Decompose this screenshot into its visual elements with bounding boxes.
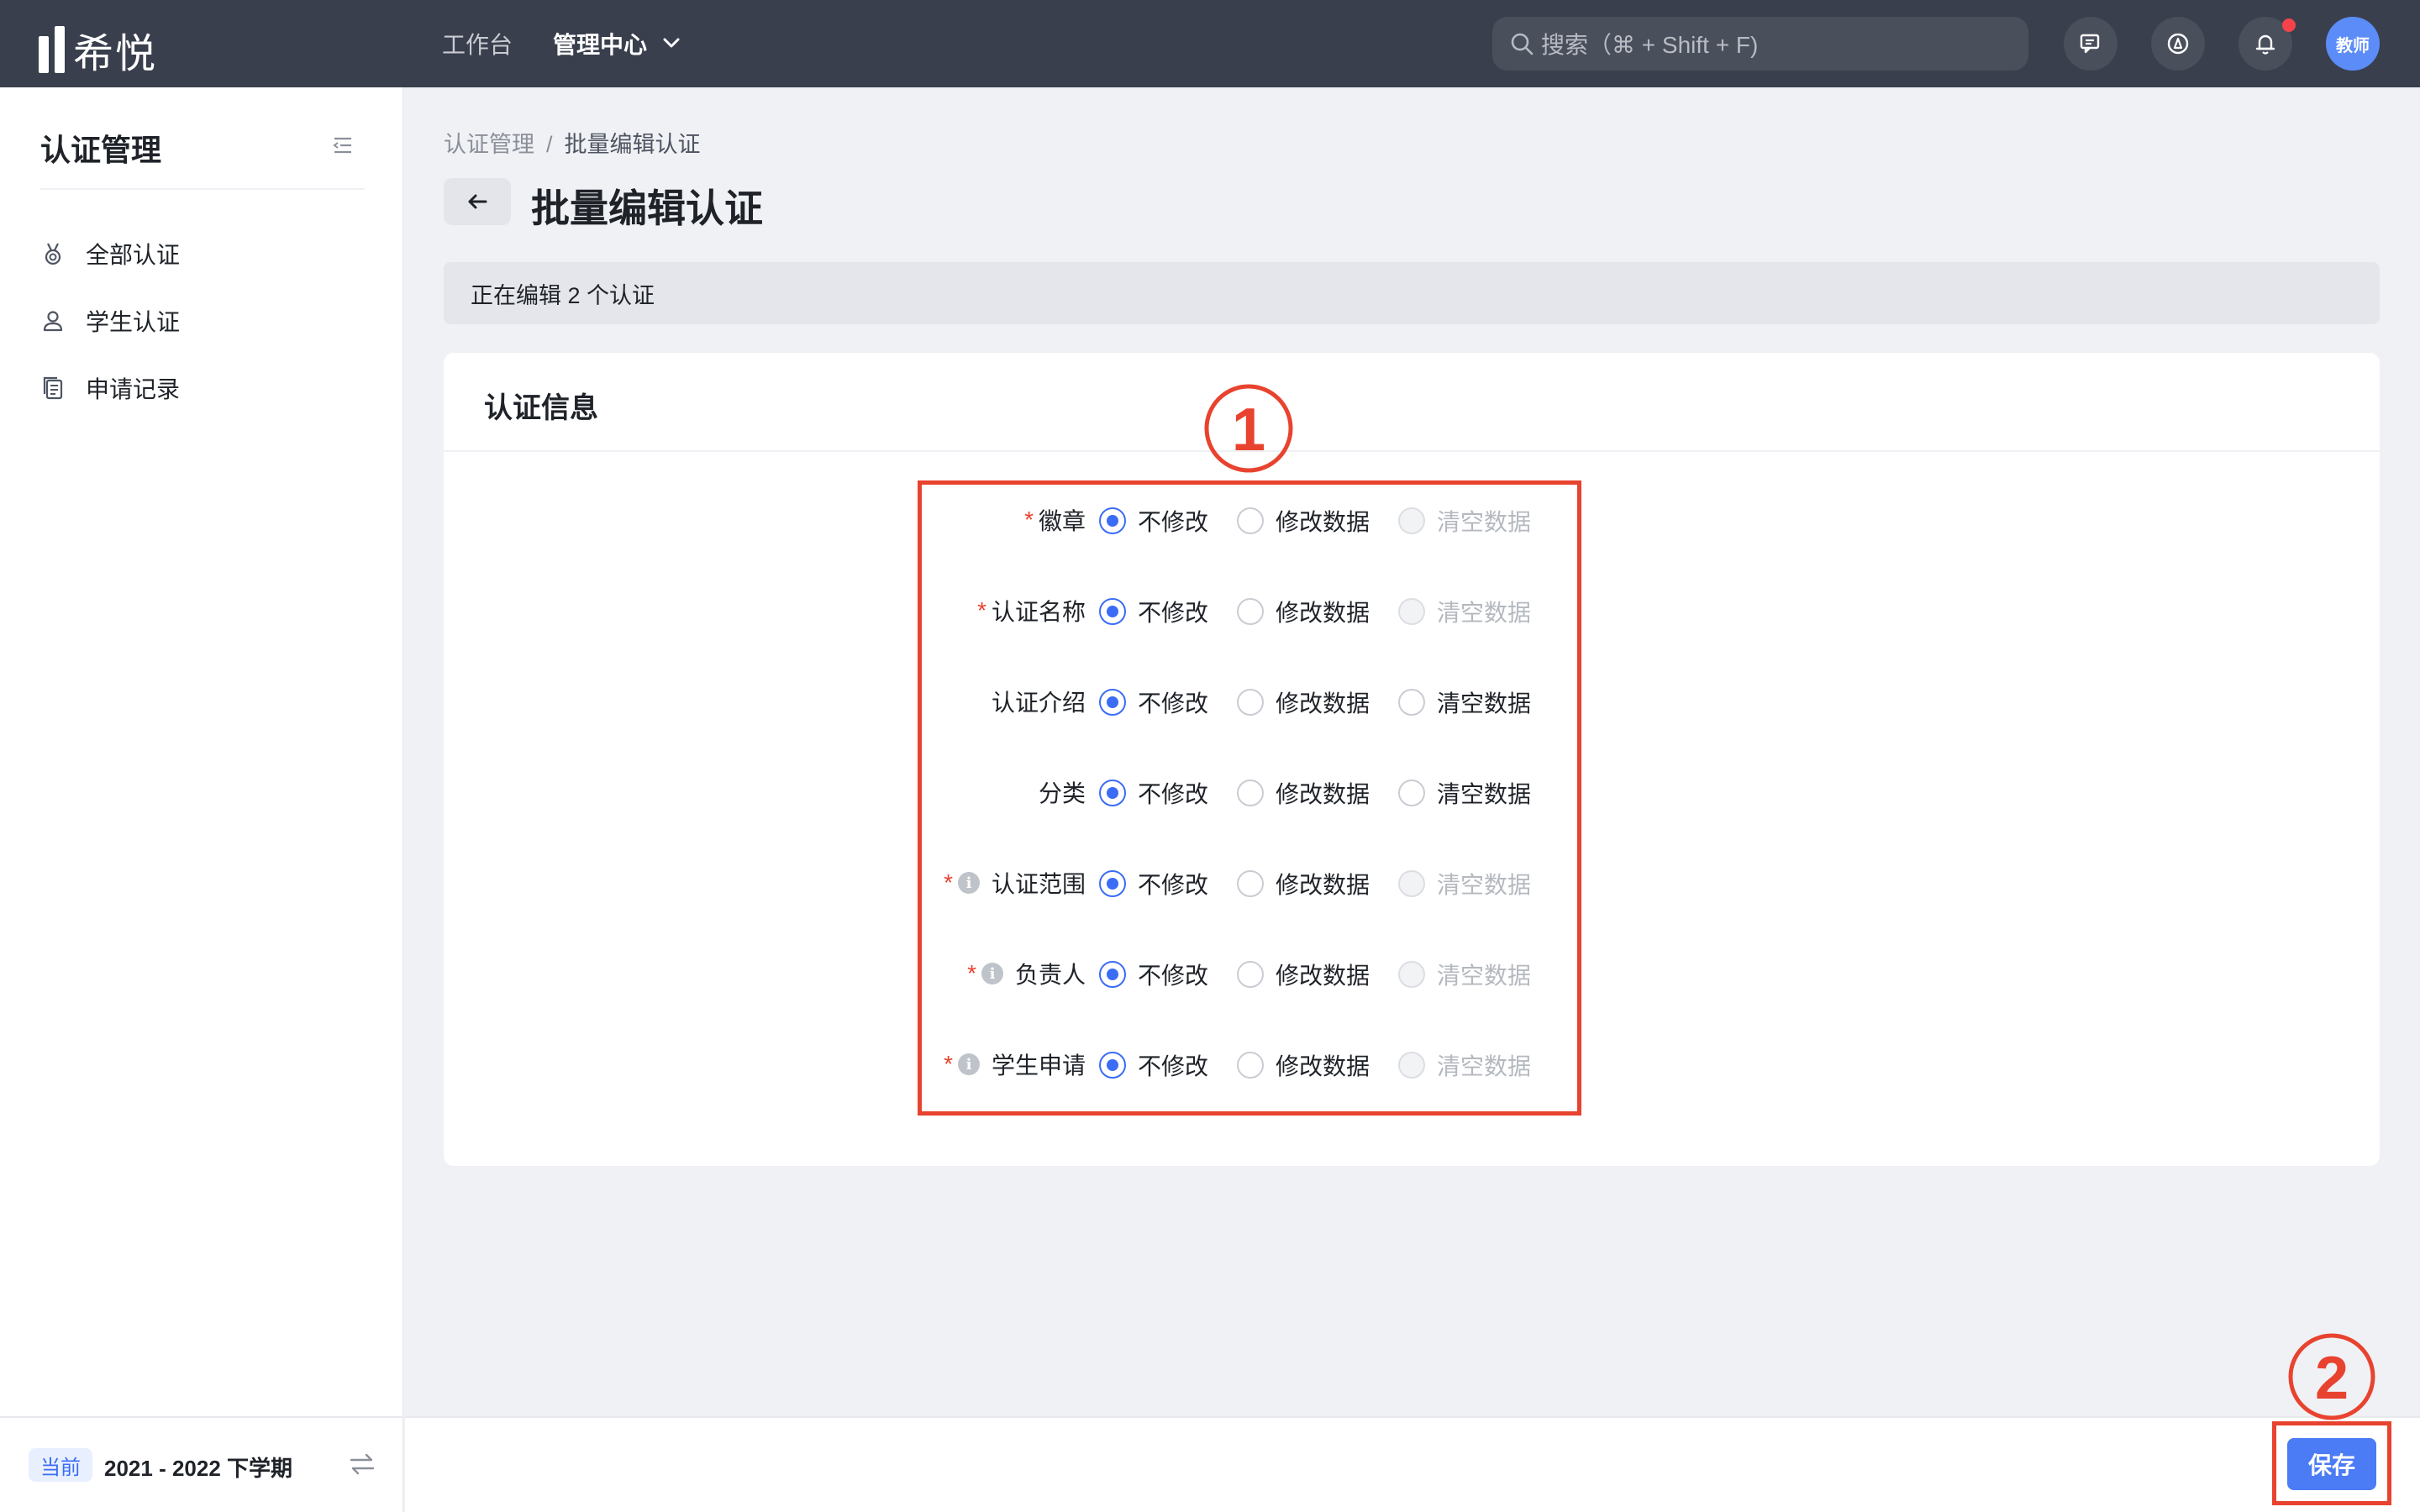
page-title: 批量编辑认证 [531, 186, 763, 230]
annotation-highlight-form [918, 480, 1581, 1116]
annotation-marker-2: 2 [2288, 1333, 2375, 1420]
user-icon [43, 311, 63, 332]
sidebar-item-label: 学生认证 [86, 309, 181, 335]
breadcrumb-current: 批量编辑认证 [564, 132, 701, 157]
breadcrumb-separator: / [546, 132, 553, 157]
annotation-highlight-save [2272, 1421, 2391, 1505]
editing-notice: 正在编辑 2 个认证 [444, 262, 2380, 324]
sidebar-divider [40, 188, 365, 190]
app-logo[interactable]: 希悦 [39, 20, 157, 79]
top-navigation-bar: 希悦 工作台 管理中心 搜索（⌘ + Shift + F) 教师 [0, 0, 2420, 87]
chat-button[interactable] [2064, 17, 2118, 71]
search-placeholder: 搜索（⌘ + Shift + F) [1541, 32, 1759, 58]
breadcrumb: 认证管理 / 批量编辑认证 [444, 126, 701, 159]
sidebar-item-label: 申请记录 [86, 376, 181, 402]
compass-icon [2167, 33, 2189, 55]
chat-icon [2080, 34, 2100, 54]
card-header: 认证信息 [444, 353, 2380, 452]
sidebar-item-student-certifications[interactable]: 学生认证 [40, 304, 180, 338]
editing-notice-text: 正在编辑 2 个认证 [471, 282, 655, 308]
notification-dot [2282, 18, 2296, 32]
annotation-marker-1: 1 [1204, 384, 1293, 473]
current-term-badge: 当前 [29, 1448, 92, 1482]
sidebar-item-all-certifications[interactable]: 全部认证 [40, 237, 180, 270]
medal-icon [45, 243, 61, 265]
avatar[interactable]: 教师 [2326, 17, 2380, 71]
sidebar: 认证管理 全部认证 学生认证 申请记录 当前 2021 - 2022 下学期 [0, 87, 403, 1512]
switch-arrows-icon[interactable] [348, 1452, 376, 1477]
term-selector[interactable]: 当前 2021 - 2022 下学期 [0, 1416, 403, 1512]
logo-mark-icon [39, 26, 65, 73]
logo-text: 希悦 [73, 32, 158, 76]
svg-text:1: 1 [1232, 396, 1265, 464]
svg-text:2: 2 [2315, 1345, 2349, 1412]
nav-workbench[interactable]: 工作台 [442, 27, 513, 60]
search-icon [1511, 33, 1534, 55]
sidebar-title: 认证管理 [40, 133, 162, 167]
card-title: 认证信息 [484, 392, 598, 424]
back-button[interactable] [444, 178, 511, 225]
records-icon [43, 376, 63, 400]
sidebar-item-application-records[interactable]: 申请记录 [40, 371, 180, 405]
breadcrumb-root[interactable]: 认证管理 [444, 132, 534, 157]
sidebar-item-label: 全部认证 [86, 242, 181, 268]
bell-icon [2255, 34, 2275, 55]
bottom-action-bar [405, 1416, 2420, 1512]
compass-button[interactable] [2151, 17, 2205, 71]
collapse-sidebar-icon[interactable] [331, 134, 355, 156]
arrow-left-icon [468, 194, 487, 209]
chevron-down-icon[interactable] [660, 32, 682, 54]
term-label: 2021 - 2022 下学期 [104, 1456, 293, 1481]
search-input[interactable]: 搜索（⌘ + Shift + F) [1492, 17, 2028, 71]
nav-admin-center[interactable]: 管理中心 [553, 27, 647, 60]
